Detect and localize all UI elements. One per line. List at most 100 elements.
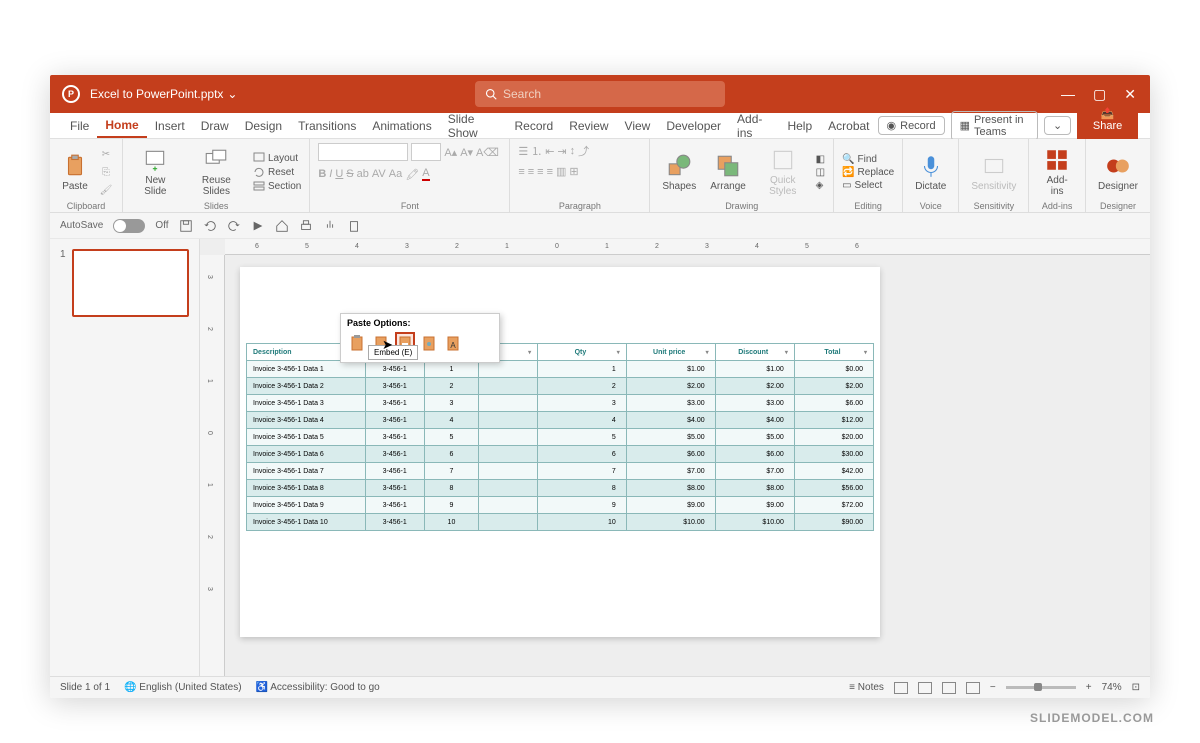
table-cell[interactable]: 5 [538,429,627,446]
arrange-button[interactable]: Arrange [706,153,750,192]
tab-file[interactable]: File [62,115,97,137]
record-button[interactable]: ◉ Record [878,116,945,135]
underline-button[interactable]: U [335,168,343,180]
indent-right-button[interactable]: ⇥ [557,145,566,158]
table-cell[interactable]: $6.00 [626,446,715,463]
table-cell[interactable]: 10 [538,514,627,531]
table-cell[interactable]: Invoice 3-456-1 Data 9 [247,497,366,514]
align-center-button[interactable]: ≡ [528,166,534,178]
table-cell[interactable]: $7.00 [715,463,794,480]
line-spacing-button[interactable]: ↕ [570,145,576,157]
shape-fill-button[interactable]: ◧ [816,154,825,165]
column-header[interactable]: Discount▾ [715,344,794,361]
table-cell[interactable]: 3-456-1 [365,361,424,378]
table-cell[interactable]: 3-456-1 [365,463,424,480]
table-cell[interactable]: $10.00 [626,514,715,531]
table-cell[interactable]: $1.00 [715,361,794,378]
table-cell[interactable]: 8 [538,480,627,497]
table-cell[interactable]: $42.00 [794,463,873,480]
table-cell[interactable]: 4 [424,412,478,429]
accessibility-button[interactable]: ♿ Accessibility: Good to go [256,682,380,693]
bullets-button[interactable]: ☰ [518,145,528,158]
language-button[interactable]: 🌐 English (United States) [124,682,242,693]
paste-picture[interactable] [419,332,439,354]
table-cell[interactable]: $7.00 [626,463,715,480]
paste-qat-icon[interactable] [347,219,361,233]
table-cell[interactable] [479,514,538,531]
zoom-level[interactable]: 74% [1102,682,1122,693]
table-cell[interactable]: $1.00 [626,361,715,378]
bold-button[interactable]: B [318,168,326,180]
quick-styles-button[interactable]: Quick Styles [756,147,810,197]
tab-draw[interactable]: Draw [193,115,237,137]
undo-icon[interactable] [203,219,217,233]
smartart-button[interactable]: ⊞ [569,165,578,178]
table-cell[interactable] [479,361,538,378]
table-cell[interactable]: 3-456-1 [365,429,424,446]
table-row[interactable]: Invoice 3-456-1 Data 103-456-11010$10.00… [247,514,874,531]
tab-help[interactable]: Help [779,115,820,137]
column-header[interactable]: Qty▾ [538,344,627,361]
table-cell[interactable]: 4 [538,412,627,429]
shape-effects-button[interactable]: ◈ [816,180,824,191]
tab-home[interactable]: Home [97,114,146,138]
table-cell[interactable]: $6.00 [715,446,794,463]
table-cell[interactable]: 3-456-1 [365,514,424,531]
table-cell[interactable]: 2 [424,378,478,395]
table-cell[interactable]: 7 [538,463,627,480]
font-family-select[interactable] [318,143,408,161]
format-painter-button[interactable]: 🖌 [98,182,114,198]
copy-button[interactable]: ⎘ [98,164,114,180]
table-cell[interactable]: $30.00 [794,446,873,463]
tab-developer[interactable]: Developer [658,115,729,137]
tab-acrobat[interactable]: Acrobat [820,115,877,137]
replace-button[interactable]: 🔁 Replace [842,167,894,178]
table-cell[interactable]: $4.00 [715,412,794,429]
tab-review[interactable]: Review [561,115,616,137]
highlight-button[interactable]: 🖍 [405,168,419,181]
table-cell[interactable]: $2.00 [794,378,873,395]
tab-record[interactable]: Record [507,115,562,137]
table-cell[interactable]: Invoice 3-456-1 Data 6 [247,446,366,463]
tab-view[interactable]: View [617,115,659,137]
table-cell[interactable]: $9.00 [715,497,794,514]
table-row[interactable]: Invoice 3-456-1 Data 43-456-144$4.00$4.0… [247,412,874,429]
designer-button[interactable]: Designer [1094,153,1142,192]
table-cell[interactable]: 3-456-1 [365,378,424,395]
table-cell[interactable]: Invoice 3-456-1 Data 7 [247,463,366,480]
home-icon[interactable] [275,219,289,233]
table-cell[interactable]: 6 [424,446,478,463]
print-icon[interactable] [299,219,313,233]
table-cell[interactable]: Invoice 3-456-1 Data 1 [247,361,366,378]
table-row[interactable]: Invoice 3-456-1 Data 93-456-199$9.00$9.0… [247,497,874,514]
table-cell[interactable]: 2 [538,378,627,395]
maximize-button[interactable]: ▢ [1093,86,1106,103]
fit-button[interactable]: ⊡ [1132,682,1140,693]
columns-button[interactable]: ▥ [556,165,566,178]
table-cell[interactable] [479,429,538,446]
table-cell[interactable]: $8.00 [715,480,794,497]
table-cell[interactable]: $8.00 [626,480,715,497]
align-left-button[interactable]: ≡ [518,166,524,178]
paste-use-destination-theme[interactable] [347,332,367,354]
from-beginning-icon[interactable] [251,219,265,233]
table-cell[interactable] [479,480,538,497]
slide-thumbnail[interactable]: 1 [60,249,189,317]
reuse-slides-button[interactable]: Reuse Slides [186,147,247,197]
indent-left-button[interactable]: ⇤ [545,145,554,158]
table-cell[interactable]: $5.00 [626,429,715,446]
font-size-select[interactable] [411,143,441,161]
touch-icon[interactable] [323,219,337,233]
table-cell[interactable]: Invoice 3-456-1 Data 3 [247,395,366,412]
data-table[interactable]: Description▾▾▾▾Qty▾Unit price▾Discount▾T… [246,343,874,531]
table-cell[interactable] [479,378,538,395]
table-row[interactable]: Invoice 3-456-1 Data 23-456-122$2.00$2.0… [247,378,874,395]
table-row[interactable]: Invoice 3-456-1 Data 83-456-188$8.00$8.0… [247,480,874,497]
select-button[interactable]: ▭ Select [842,180,882,191]
table-cell[interactable]: $72.00 [794,497,873,514]
tab-animations[interactable]: Animations [364,115,439,137]
section-button[interactable]: Section [253,180,301,192]
ribbon-collapse-button[interactable]: ⌄ [1044,116,1071,135]
slide-canvas-area[interactable]: 6543210123456 3210123 Paste Options: A E… [200,239,1150,676]
table-cell[interactable]: Invoice 3-456-1 Data 5 [247,429,366,446]
